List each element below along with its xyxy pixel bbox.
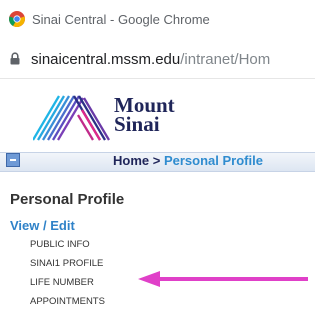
- url-path: /intranet/Hom: [180, 51, 271, 68]
- window-titlebar: Sinai Central - Google Chrome: [0, 0, 315, 38]
- page-title: Personal Profile: [10, 191, 125, 208]
- window-title: Sinai Central - Google Chrome: [32, 12, 210, 27]
- collapse-icon[interactable]: [6, 153, 20, 167]
- breadcrumb-separator: >: [152, 153, 161, 168]
- menu-item-sinai1-profile[interactable]: SINAI1 PROFILE: [30, 254, 105, 273]
- breadcrumb: Home > Personal Profile: [113, 153, 263, 168]
- mount-sinai-logo[interactable]: [33, 85, 118, 143]
- view-edit-link[interactable]: View / Edit: [10, 218, 75, 233]
- profile-menu: PUBLIC INFO SINAI1 PROFILE LIFE NUMBER A…: [30, 235, 105, 311]
- breadcrumb-current: Personal Profile: [163, 153, 263, 168]
- url-host: sinaicentral.mssm.edu: [31, 51, 181, 68]
- chrome-icon: [9, 11, 25, 27]
- lock-icon: [10, 52, 20, 65]
- brand-name: Mount Sinai: [114, 95, 175, 136]
- brand-line-2: Sinai: [114, 112, 160, 136]
- menu-item-public-info[interactable]: PUBLIC INFO: [30, 235, 105, 254]
- breadcrumb-home[interactable]: Home: [113, 153, 149, 168]
- annotation-arrow-icon: [138, 271, 308, 287]
- url-text[interactable]: sinaicentral.mssm.edu/intranet/Hom: [31, 51, 270, 68]
- menu-item-life-number[interactable]: LIFE NUMBER: [30, 273, 105, 292]
- menu-item-appointments[interactable]: APPOINTMENTS: [30, 292, 105, 311]
